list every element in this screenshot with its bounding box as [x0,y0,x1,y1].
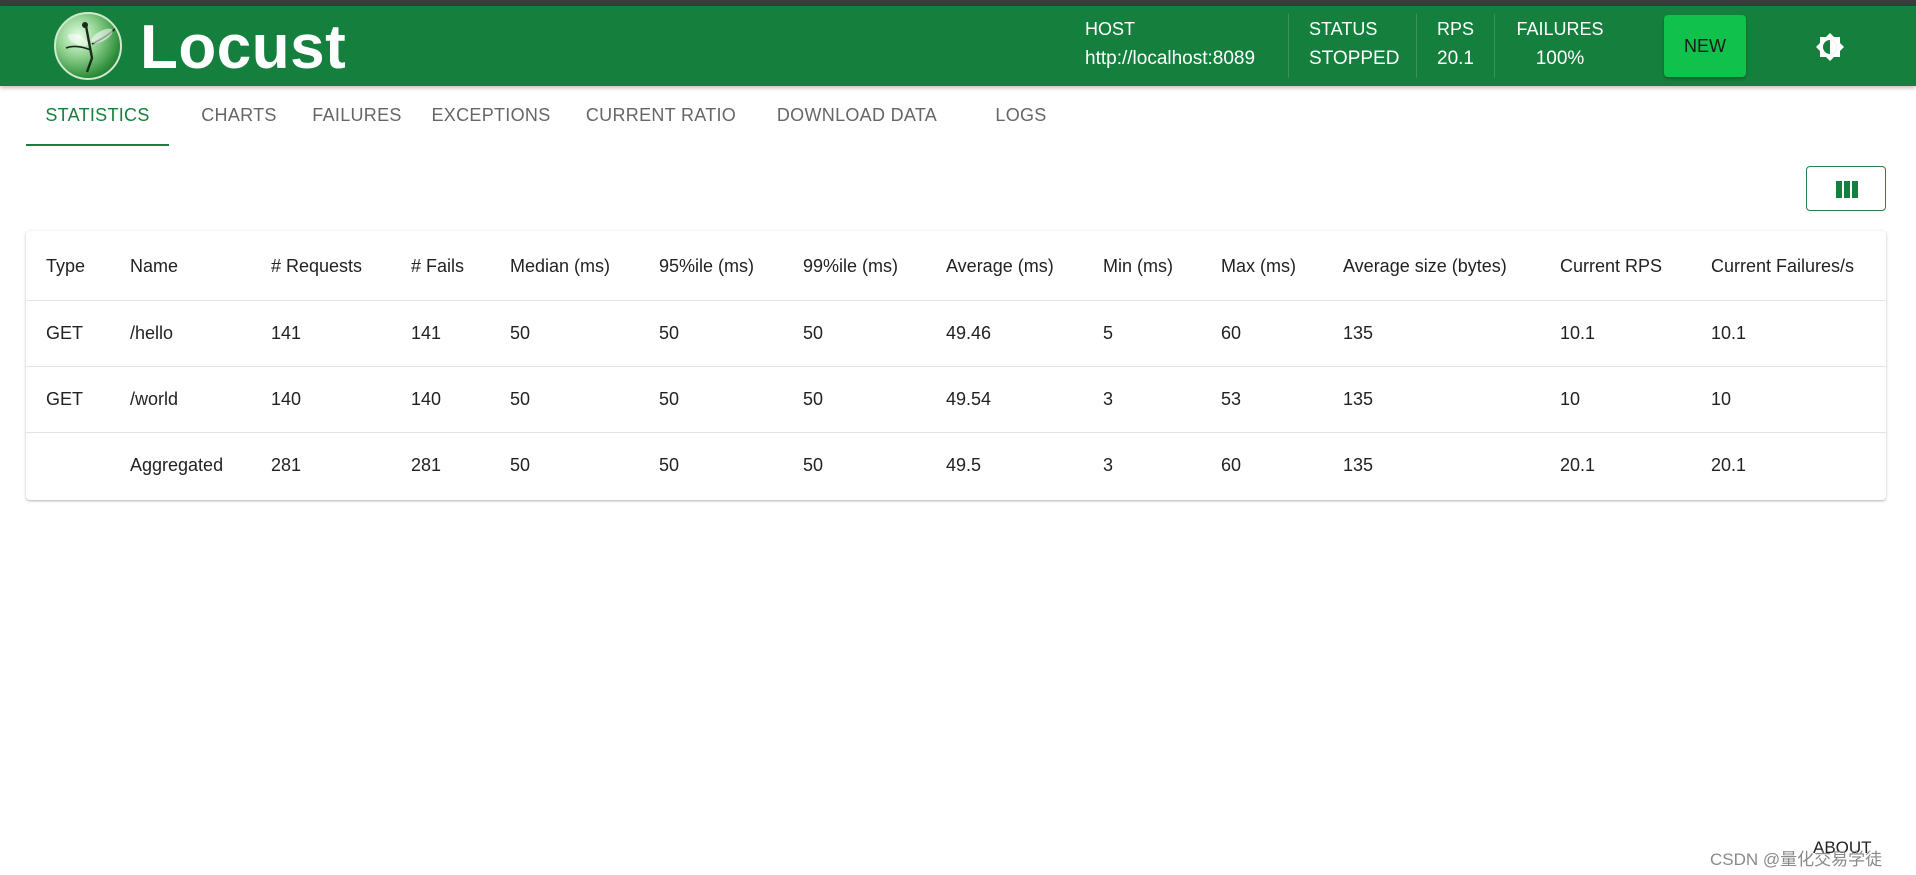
cell-max: 60 [1221,323,1242,343]
cell-name: /world [130,389,179,409]
failures-stat: FAILURES 100% [1515,6,1605,86]
cell-avg-size: 135 [1343,323,1374,343]
cell-median: 50 [510,389,531,409]
cell-median: 50 [510,323,531,343]
failures-value: 100% [1535,48,1585,69]
cell-min: 3 [1103,455,1114,475]
cell-type: GET [46,323,84,343]
table-row-aggregated: Aggregated 281 281 50 50 50 49.5 3 60 13… [26,433,1886,500]
header-current-rps[interactable]: Current RPS [1560,256,1662,277]
header-type[interactable]: Type [46,256,85,277]
status-label: STATUS [1309,19,1378,39]
cell-min: 3 [1103,389,1114,409]
cell-max: 60 [1221,455,1242,475]
cell-current-failures: 20.1 [1711,455,1747,475]
cell-average: 49.5 [946,455,982,475]
cell-median: 50 [510,455,531,475]
table-header-row: Type Name # Requests # Fails Median (ms)… [26,231,1886,301]
locust-logo-icon [54,12,122,80]
cell-type: GET [46,389,84,409]
cell-avg-size: 135 [1343,389,1374,409]
failures-label: FAILURES [1516,19,1604,39]
header-max[interactable]: Max (ms) [1221,256,1296,277]
cell-min: 5 [1103,323,1114,343]
stat-divider [1494,14,1495,78]
column-selector-button[interactable] [1806,166,1886,211]
view-columns-icon [1836,181,1858,198]
cell-fails: 141 [411,323,442,343]
rps-label: RPS [1437,19,1475,39]
cell-current-failures: 10 [1711,389,1732,409]
header-name[interactable]: Name [130,256,178,277]
header-current-failures[interactable]: Current Failures/s [1711,256,1854,277]
header-average[interactable]: Average (ms) [946,256,1054,277]
cell-99ile: 50 [803,389,824,409]
cell-fails: 281 [411,455,442,475]
tab-logs[interactable]: LOGS [979,86,1063,146]
header-99ile[interactable]: 99%ile (ms) [803,256,898,277]
cell-average: 49.54 [946,389,992,409]
host-value: http://localhost:8089 [1085,48,1256,69]
tab-current-ratio[interactable]: CURRENT RATIO [581,86,741,146]
cell-current-rps: 10 [1560,389,1581,409]
cell-95ile: 50 [659,455,680,475]
tab-failures[interactable]: FAILURES [302,86,412,146]
app-header: Locust HOST http://localhost:8089 STATUS… [0,6,1916,86]
cell-99ile: 50 [803,323,824,343]
cell-avg-size: 135 [1343,455,1374,475]
tab-exceptions[interactable]: EXCEPTIONS [426,86,556,146]
new-test-button[interactable]: NEW [1664,15,1746,77]
status-value: STOPPED [1309,48,1400,69]
stat-divider [1288,14,1289,78]
tab-download-data[interactable]: DOWNLOAD DATA [772,86,942,146]
tab-statistics[interactable]: STATISTICS [26,86,169,146]
stat-divider [1416,14,1417,78]
brand-title: Locust [140,13,347,82]
cell-95ile: 50 [659,323,680,343]
cell-requests: 281 [271,455,302,475]
table-row: GET /world 140 140 50 50 50 49.54 3 53 1… [26,367,1886,433]
brightness-icon[interactable] [1815,32,1845,62]
header-avg-size[interactable]: Average size (bytes) [1343,256,1507,277]
header-median[interactable]: Median (ms) [510,256,610,277]
cell-current-failures: 10.1 [1711,323,1747,343]
cell-name: Aggregated [130,455,224,475]
cell-current-rps: 10.1 [1560,323,1596,343]
cell-99ile: 50 [803,455,824,475]
header-fails[interactable]: # Fails [411,256,464,277]
tab-charts[interactable]: CHARTS [189,86,289,146]
cell-current-rps: 20.1 [1560,455,1596,475]
table-row: GET /hello 141 141 50 50 50 49.46 5 60 1… [26,301,1886,367]
status-stat: STATUS STOPPED [1309,6,1399,86]
cell-95ile: 50 [659,389,680,409]
cell-requests: 141 [271,323,302,343]
statistics-table: Type Name # Requests # Fails Median (ms)… [26,231,1886,500]
cell-fails: 140 [411,389,442,409]
header-min[interactable]: Min (ms) [1103,256,1173,277]
watermark: CSDN @量化交易学徒 [1710,850,1883,869]
cell-average: 49.46 [946,323,992,343]
rps-stat: RPS 20.1 [1437,6,1474,86]
cell-max: 53 [1221,389,1242,409]
header-requests[interactable]: # Requests [271,256,362,277]
header-95ile[interactable]: 95%ile (ms) [659,256,754,277]
rps-value: 20.1 [1437,48,1474,69]
cell-name: /hello [130,323,174,343]
host-stat: HOST http://localhost:8089 [1085,6,1255,86]
cell-requests: 140 [271,389,302,409]
host-label: HOST [1085,19,1136,39]
